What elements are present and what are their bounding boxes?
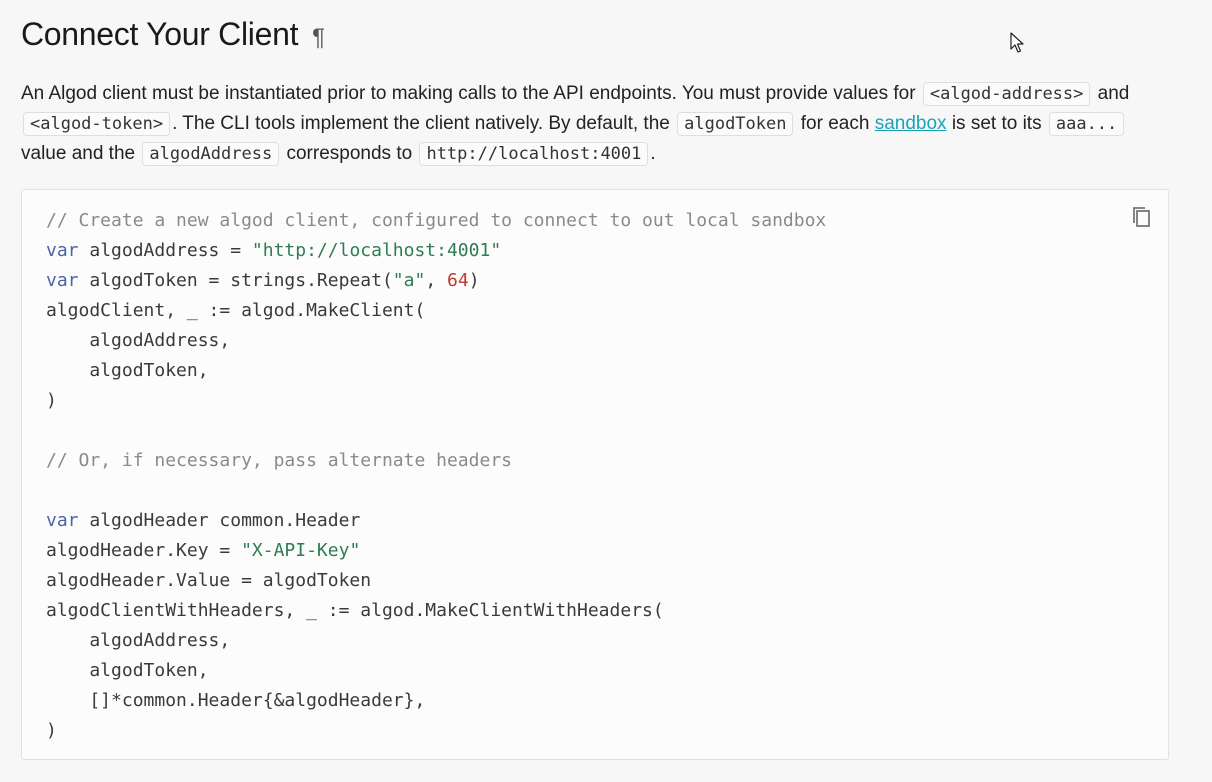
- intro-paragraph: An Algod client must be instantiated pri…: [21, 79, 1171, 169]
- code-token: algodAddress,: [46, 630, 231, 651]
- code-token: algodClientWithHeaders, _ := algod.MakeC…: [46, 600, 664, 621]
- code-line: var algodAddress = "http://localhost:400…: [46, 236, 826, 266]
- sandbox-link[interactable]: sandbox: [875, 113, 947, 134]
- copy-button[interactable]: [1130, 204, 1154, 230]
- code-token: algodAddress =: [78, 240, 252, 261]
- code-line: algodHeader.Key = "X-API-Key": [46, 536, 826, 566]
- code-token: var: [46, 240, 79, 261]
- code-line: algodHeader.Value = algodToken: [46, 566, 826, 596]
- heading-title: Connect Your Client: [21, 16, 299, 52]
- code-line: algodToken,: [46, 656, 826, 686]
- code-token: var: [46, 270, 79, 291]
- intro-text: corresponds to: [281, 143, 418, 164]
- code-line: []*common.Header{&algodHeader},: [46, 686, 826, 716]
- code-token: 64: [447, 270, 469, 291]
- code-token: "a": [392, 270, 426, 291]
- code-line: algodClientWithHeaders, _ := algod.MakeC…: [46, 596, 826, 626]
- intro-text: . The CLI tools implement the client nat…: [172, 113, 676, 134]
- inline-code: <algod-address>: [922, 82, 1091, 106]
- copy-icon: [1133, 207, 1150, 227]
- code-token: "X-API-Key": [241, 540, 361, 561]
- code-token: []*common.Header{&algodHeader},: [46, 690, 426, 711]
- code-token: ): [46, 390, 57, 411]
- code-token: "http://localhost:4001": [251, 240, 502, 261]
- intro-text: is set to its: [946, 113, 1047, 134]
- code-token: algodToken = strings.Repeat(: [78, 270, 393, 291]
- code-token: algodHeader common.Header: [78, 510, 361, 531]
- inline-code: <algod-token>: [23, 112, 171, 136]
- code-token: algodClient, _ := algod.MakeClient(: [46, 300, 426, 321]
- code-token: // Create a new algod client, configured…: [46, 210, 827, 231]
- inline-code: algodAddress: [142, 142, 280, 166]
- intro-text: An Algod client must be instantiated pri…: [21, 83, 921, 104]
- code-line: algodClient, _ := algod.MakeClient(: [46, 296, 826, 326]
- inline-code: http://localhost:4001: [419, 142, 649, 166]
- code-token: algodAddress,: [46, 330, 231, 351]
- code-line: // Or, if necessary, pass alternate head…: [46, 446, 826, 476]
- code-token: var: [46, 510, 79, 531]
- mouse-pointer-icon: [1010, 32, 1024, 53]
- code-token: ): [468, 270, 480, 291]
- code-line: algodToken,: [46, 356, 826, 386]
- code-line: var algodToken = strings.Repeat("a", 64): [46, 266, 826, 296]
- code-line: // Create a new algod client, configured…: [46, 206, 826, 236]
- code-token: ,: [425, 270, 447, 291]
- code-token: algodToken,: [46, 660, 209, 681]
- inline-code: algodToken: [677, 112, 794, 136]
- code-line: algodAddress,: [46, 626, 826, 656]
- page-heading: Connect Your Client ¶: [21, 12, 325, 60]
- code-content: // Create a new algod client, configured…: [46, 206, 826, 746]
- code-line: algodAddress,: [46, 326, 826, 356]
- anchor-link[interactable]: ¶: [312, 16, 325, 60]
- intro-text: and: [1092, 83, 1130, 104]
- intro-text: value and the: [21, 143, 141, 164]
- code-token: algodHeader.Value = algodToken: [46, 570, 372, 591]
- code-block: // Create a new algod client, configured…: [21, 189, 1169, 760]
- inline-code: aaa...: [1048, 112, 1125, 136]
- code-token: // Or, if necessary, pass alternate head…: [46, 450, 512, 471]
- code-token: ): [46, 720, 57, 741]
- intro-text: .: [650, 143, 656, 164]
- code-token: algodToken,: [46, 360, 209, 381]
- code-line: ): [46, 386, 826, 416]
- intro-text: for each: [795, 113, 875, 134]
- code-line: var algodHeader common.Header: [46, 506, 826, 536]
- code-line: ): [46, 716, 826, 746]
- code-token: algodHeader.Key =: [46, 540, 242, 561]
